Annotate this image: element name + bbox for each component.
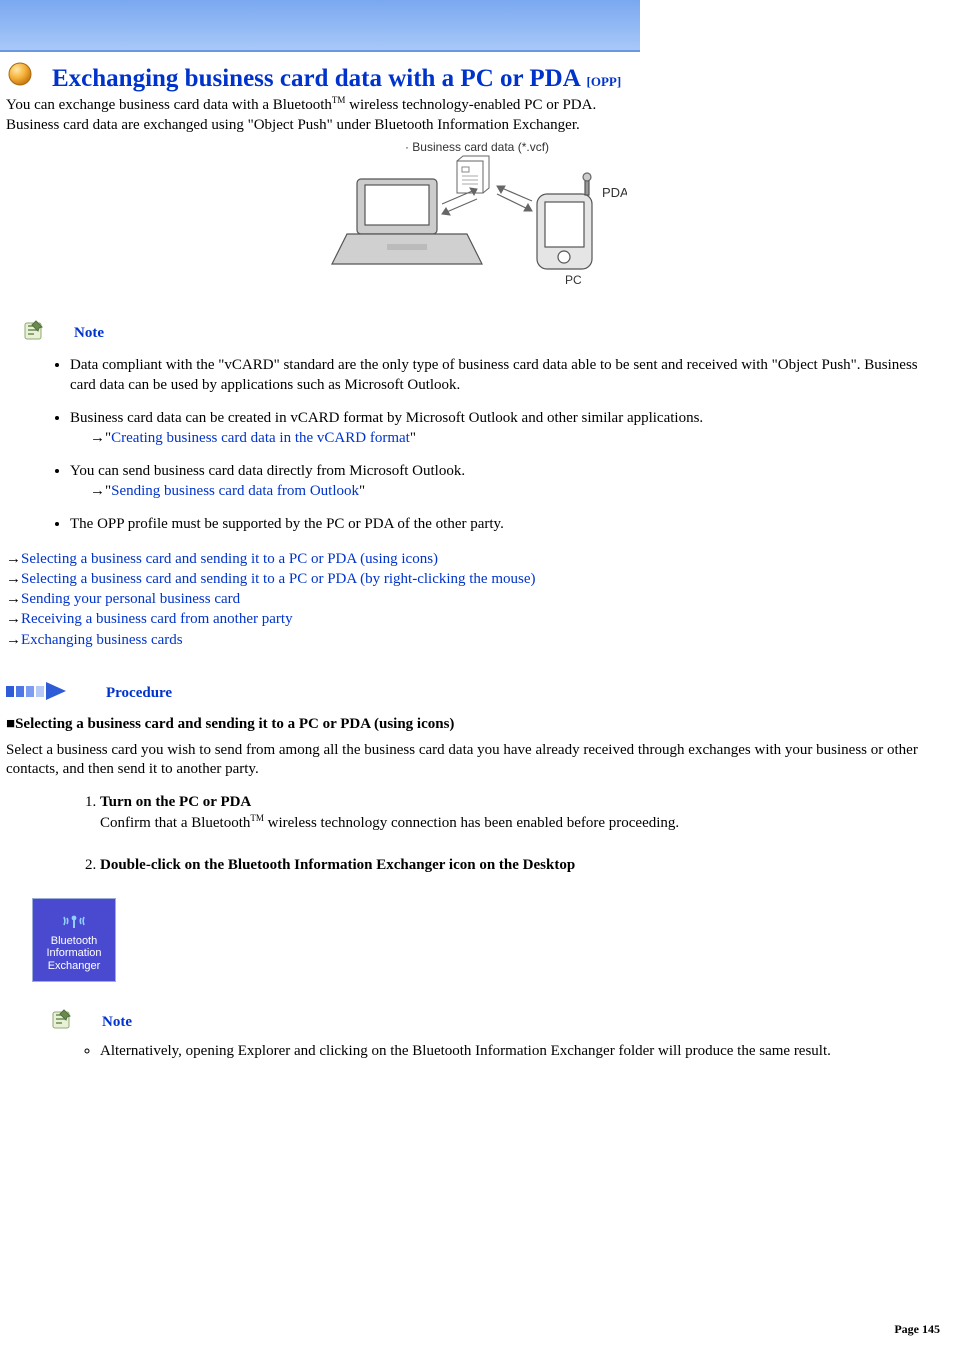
section-heading-text: Selecting a business card and sending it… (15, 716, 454, 732)
nav-link[interactable]: Exchanging business cards (21, 632, 183, 648)
note-item: Business card data can be created in vCA… (70, 409, 944, 448)
title-row: Exchanging business card data with a PC … (6, 60, 954, 93)
bie-label-3: Exchanger (48, 960, 101, 973)
note-link-suffix: " (410, 430, 416, 446)
diagram-pda-label: PDA (602, 185, 627, 200)
note-link[interactable]: Sending business card data from Outlook (111, 483, 359, 499)
note-item-text: Data compliant with the "vCARD" standard… (70, 357, 918, 393)
note-item: You can send business card data directly… (70, 462, 944, 501)
intro-line1-post: wireless technology-enabled PC or PDA. (345, 97, 596, 113)
intro-line1-pre: You can exchange business card data with… (6, 97, 332, 113)
page-title: Exchanging business card data with a PC … (52, 65, 621, 93)
note-list: Data compliant with the "vCARD" standard… (40, 356, 954, 535)
vcf-exchange-diagram: · Business card data (*.vcf) PDA PC (327, 139, 627, 289)
nav-link[interactable]: Selecting a business card and sending it… (21, 571, 536, 587)
note-item-text: The OPP profile must be supported by the… (70, 516, 504, 532)
note-icon (50, 1008, 74, 1037)
nav-link[interactable]: Selecting a business card and sending it… (21, 551, 438, 567)
note-item: Data compliant with the "vCARD" standard… (70, 356, 944, 395)
procedure-steps: Turn on the PC or PDA Confirm that a Blu… (70, 792, 954, 876)
sub-note-header: Note (50, 1008, 954, 1037)
step-title: Double-click on the Bluetooth Informatio… (100, 857, 575, 873)
header-banner (0, 0, 640, 52)
note-header: Note (22, 319, 954, 348)
step-body-post: wireless technology connection has been … (264, 815, 679, 831)
page-title-text: Exchanging business card data with a PC … (52, 65, 581, 92)
sub-note-list: Alternatively, opening Explorer and clic… (70, 1043, 954, 1060)
note-link[interactable]: Creating business card data in the vCARD… (111, 430, 410, 446)
note-item-text: You can send business card data directly… (70, 463, 465, 479)
intro-line2: Business card data are exchanged using "… (6, 117, 580, 133)
step-tm: TM (250, 813, 264, 823)
note-icon (22, 319, 46, 348)
nav-link[interactable]: Receiving a business card from another p… (21, 611, 293, 627)
section-heading: ■Selecting a business card and sending i… (6, 715, 954, 733)
section-intro: Select a business card you wish to send … (6, 741, 948, 780)
intro-text: You can exchange business card data with… (6, 95, 948, 135)
bie-label-2: Information (46, 947, 101, 960)
sub-note-label: Note (102, 1014, 132, 1031)
step-title: Turn on the PC or PDA (100, 794, 251, 810)
page-number: Page 145 (894, 1322, 940, 1337)
note-link-suffix: " (359, 483, 365, 499)
step-body-pre: Confirm that a Bluetooth (100, 815, 250, 831)
note-link-prefix: →" (90, 483, 111, 499)
procedure-label: Procedure (106, 685, 172, 702)
procedure-header: Procedure (6, 680, 954, 707)
note-item: The OPP profile must be supported by the… (70, 515, 944, 535)
nav-links: →Selecting a business card and sending i… (6, 549, 954, 650)
intro-tm: TM (332, 95, 346, 105)
nav-link[interactable]: Sending your personal business card (21, 591, 240, 607)
step: Double-click on the Bluetooth Informatio… (100, 855, 944, 875)
bullet-icon (6, 60, 34, 93)
page-title-suffix: [OPP] (587, 74, 622, 89)
diagram-pc-label: PC (565, 273, 582, 287)
sub-note-item: Alternatively, opening Explorer and clic… (100, 1043, 944, 1060)
bluetooth-information-exchanger-icon[interactable]: Bluetooth Information Exchanger (32, 898, 116, 982)
note-item-text: Business card data can be created in vCA… (70, 410, 703, 426)
diagram-caption: · Business card data (*.vcf) (405, 140, 549, 154)
note-link-prefix: →" (90, 430, 111, 446)
bie-label-1: Bluetooth (51, 935, 97, 948)
step: Turn on the PC or PDA Confirm that a Blu… (100, 792, 944, 834)
wireless-icon (60, 907, 88, 935)
note-label: Note (74, 325, 104, 342)
procedure-icon (6, 680, 66, 707)
